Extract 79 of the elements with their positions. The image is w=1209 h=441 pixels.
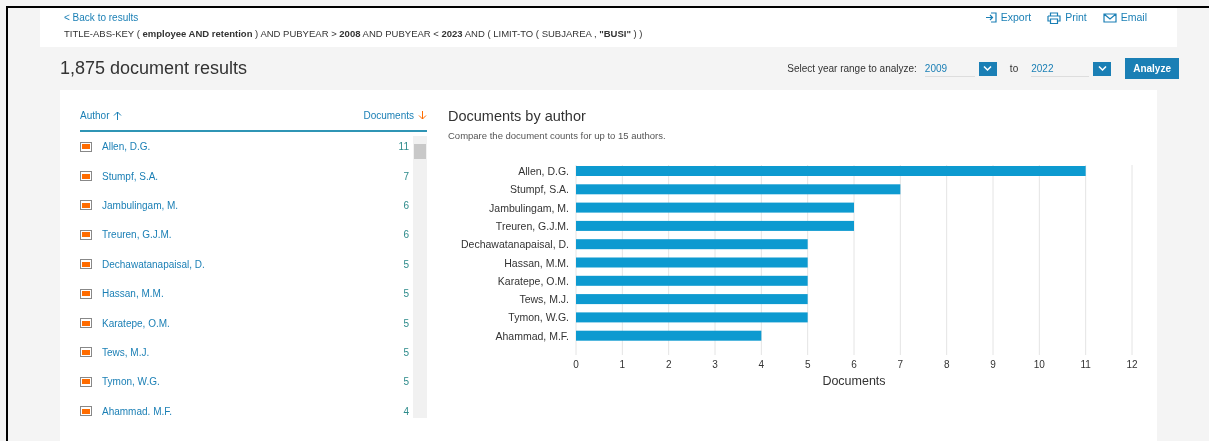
author-checkbox[interactable] — [80, 200, 92, 211]
axis-label: Dechawatanapaisal, D. — [461, 238, 569, 251]
year-from-field[interactable]: 2009 — [924, 60, 975, 77]
axis-label: Jambulingam, M. — [489, 201, 569, 214]
axis-label: Treuren, G.J.M. — [495, 219, 569, 232]
author-link[interactable]: Karatepe, O.M. — [102, 315, 170, 331]
author-link[interactable]: Tews, M.J. — [102, 344, 150, 360]
sort-down-icon — [418, 111, 427, 120]
dropdown-button[interactable] — [978, 61, 997, 76]
author-link[interactable]: Treuren, G.J.M. — [102, 227, 172, 243]
tick-label: 2 — [665, 359, 672, 370]
tick-label: 7 — [897, 359, 904, 370]
document-count: 5 — [403, 316, 409, 331]
document-count: 7 — [403, 169, 409, 184]
author-link[interactable]: Allen, D.G. — [102, 139, 151, 155]
tick-label: 6 — [851, 359, 857, 370]
author-link[interactable]: Tymon, W.G. — [102, 374, 160, 390]
document-count: 5 — [403, 287, 409, 302]
chart-subtitle: Compare the document counts for up to 15 authors. — [448, 128, 667, 143]
author-link[interactable]: Dechawatanapaisal, D. — [102, 256, 205, 272]
author-checkbox[interactable] — [80, 171, 92, 182]
author-checkbox[interactable] — [80, 376, 92, 387]
caret-icon — [983, 66, 993, 71]
author-checkbox[interactable] — [80, 141, 92, 152]
chart-title: Documents by author — [448, 107, 587, 126]
author-checkbox[interactable] — [80, 347, 92, 358]
author-link[interactable]: Jambulingam, M. — [102, 197, 179, 213]
year-range-label: Select year range to analyze: — [787, 62, 917, 76]
dropdown-button[interactable] — [1093, 61, 1112, 76]
axis-label: Stumpf, S.A. — [510, 183, 569, 196]
axis-label: Ahammad, M.F. — [495, 329, 569, 342]
document-count: 5 — [403, 257, 409, 272]
tick-label: 5 — [804, 359, 811, 370]
author-checkbox[interactable] — [80, 259, 92, 270]
search-query: TITLE-ABS-KEY ( employee AND retention ) AND PUBYEAR > 2008 AND PUBYEAR < 2023 AND ( LIMIT-TO ( SUBJAREA , "BUSI" ) ) — [64, 26, 644, 41]
action-link[interactable]: Email — [1102, 10, 1147, 26]
analyze-button[interactable]: Analyze — [1125, 58, 1179, 79]
axis-label: Hassan, M.M. — [504, 256, 569, 269]
document-count: 5 — [403, 345, 409, 360]
axis-label: Tews, M.J. — [519, 293, 569, 306]
author-checkbox[interactable] — [80, 288, 92, 299]
back-link[interactable]: < Back to results — [64, 10, 139, 26]
document-count: 5 — [403, 375, 409, 390]
author-link[interactable]: Hassan, M.M. — [102, 286, 164, 302]
tick-label: 12 — [1126, 359, 1138, 370]
email-icon — [1102, 12, 1117, 23]
tick-label: 11 — [1080, 359, 1091, 370]
sort-header[interactable]: Documents — [363, 108, 427, 123]
axis-label: Allen, D.G. — [518, 165, 569, 177]
author-link[interactable]: Stumpf, S.A. — [102, 168, 159, 184]
export-icon — [984, 12, 997, 24]
print-icon — [1047, 11, 1062, 24]
tick-label: 3 — [712, 359, 718, 370]
tick-label: 8 — [943, 359, 950, 370]
tick-label: 1 — [619, 359, 626, 370]
action-link[interactable]: Print — [1047, 10, 1087, 26]
document-count: 6 — [403, 228, 409, 243]
tick-label: 9 — [990, 359, 996, 370]
axis-label: Tymon, W.G. — [508, 311, 569, 324]
year-to-field[interactable]: 2022 — [1031, 60, 1090, 77]
tick-label: 0 — [573, 359, 579, 370]
sort-up-icon — [113, 111, 123, 120]
action-link[interactable]: Export — [984, 10, 1032, 26]
results-title: 1,875 document results — [60, 57, 248, 80]
scrollbar[interactable] — [413, 136, 427, 418]
separator-text: to — [1009, 62, 1019, 76]
author-checkbox[interactable] — [80, 229, 92, 240]
document-count: 4 — [403, 404, 409, 419]
document-count: 11 — [398, 140, 409, 155]
author-link[interactable]: Ahammad. M.F. — [102, 403, 173, 419]
caret-icon — [1097, 66, 1107, 71]
tick-label: 10 — [1033, 359, 1045, 370]
sort-header[interactable]: Author — [80, 108, 123, 123]
author-checkbox[interactable] — [80, 406, 92, 417]
author-checkbox[interactable] — [80, 318, 92, 329]
tick-label: 4 — [758, 359, 765, 370]
axis-label: Karatepe, O.M. — [497, 274, 569, 287]
document-count: 6 — [403, 198, 409, 213]
axis-title: Documents — [822, 374, 886, 388]
